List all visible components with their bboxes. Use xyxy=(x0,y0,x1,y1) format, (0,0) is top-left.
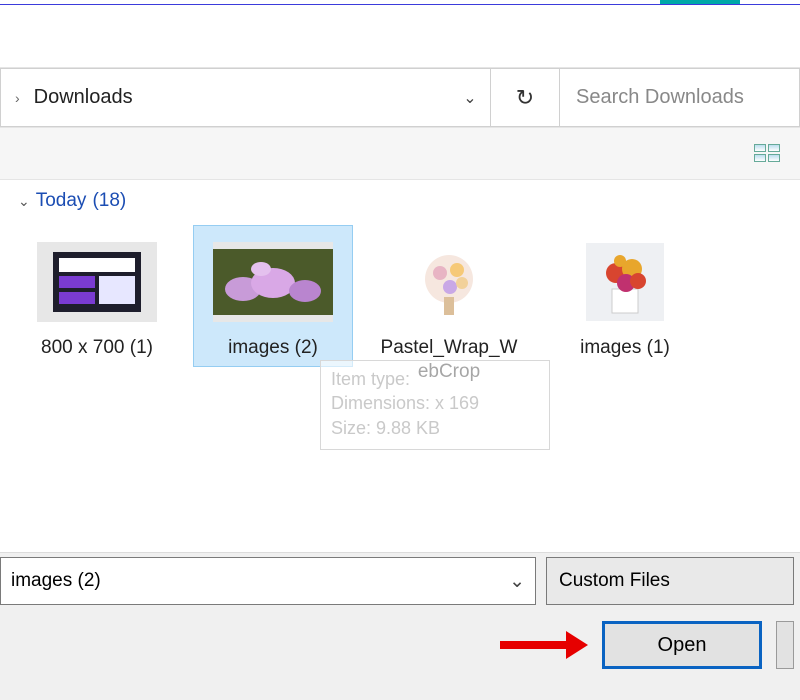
open-button-label: Open xyxy=(658,634,707,657)
file-name: images (2) xyxy=(228,336,318,360)
list-item[interactable]: images (2) xyxy=(194,226,352,366)
file-thumbnail xyxy=(565,242,685,322)
current-folder-label: Downloads xyxy=(34,86,450,109)
file-thumbnail xyxy=(37,242,157,322)
search-input[interactable]: Search Downloads xyxy=(560,68,800,127)
dialog-button-row: Open xyxy=(0,605,800,685)
list-item[interactable]: 800 x 700 (1) xyxy=(18,226,176,366)
file-name: 800 x 700 (1) xyxy=(41,336,153,360)
dialog-footer: images (2) ⌄ Custom Files Open xyxy=(0,552,800,700)
view-mode-button[interactable] xyxy=(754,144,782,164)
list-item[interactable]: Pastel_Wrap_WebCrop xyxy=(370,226,528,390)
chevron-down-icon[interactable]: ⌄ xyxy=(450,88,490,108)
chevron-right-icon: › xyxy=(15,90,20,106)
open-button[interactable]: Open xyxy=(602,621,762,669)
search-placeholder: Search Downloads xyxy=(576,86,744,109)
address-bar-row: › Downloads ⌄ ↻ Search Downloads xyxy=(0,68,800,128)
refresh-icon: ↻ xyxy=(516,85,534,111)
title-bar-spacer xyxy=(0,8,800,68)
list-item[interactable]: images (1) xyxy=(546,226,704,366)
file-thumbnail xyxy=(389,242,509,322)
file-name: Pastel_Wrap_WebCrop xyxy=(376,336,522,384)
annotation-arrow xyxy=(500,631,588,659)
filename-input[interactable]: images (2) ⌄ xyxy=(0,557,536,605)
cancel-button-partial[interactable] xyxy=(776,621,794,669)
filename-row: images (2) ⌄ Custom Files xyxy=(0,557,800,605)
file-items-row: 800 x 700 (1) images (2) Pastel_Wrap_Web… xyxy=(18,226,782,390)
file-name: images (1) xyxy=(580,336,670,360)
breadcrumb[interactable]: › Downloads ⌄ xyxy=(0,68,490,127)
group-label: Today xyxy=(36,190,87,212)
group-count: (18) xyxy=(92,190,126,212)
refresh-button[interactable]: ↻ xyxy=(490,68,560,127)
chevron-down-icon: ⌄ xyxy=(18,193,30,210)
file-thumbnail xyxy=(213,242,333,322)
file-type-filter[interactable]: Custom Files xyxy=(546,557,794,605)
content-gap xyxy=(0,500,800,552)
filename-value: images (2) xyxy=(11,570,101,592)
list-item-partial[interactable] xyxy=(722,226,742,238)
window-top-border xyxy=(0,0,800,8)
file-listing-pane: ⌄ Today (18) 800 x 700 (1) images (2) Pa… xyxy=(0,180,800,500)
date-group-header[interactable]: ⌄ Today (18) xyxy=(18,190,782,212)
chevron-down-icon[interactable]: ⌄ xyxy=(509,570,525,593)
toolbar xyxy=(0,128,800,180)
filter-label: Custom Files xyxy=(559,570,670,592)
